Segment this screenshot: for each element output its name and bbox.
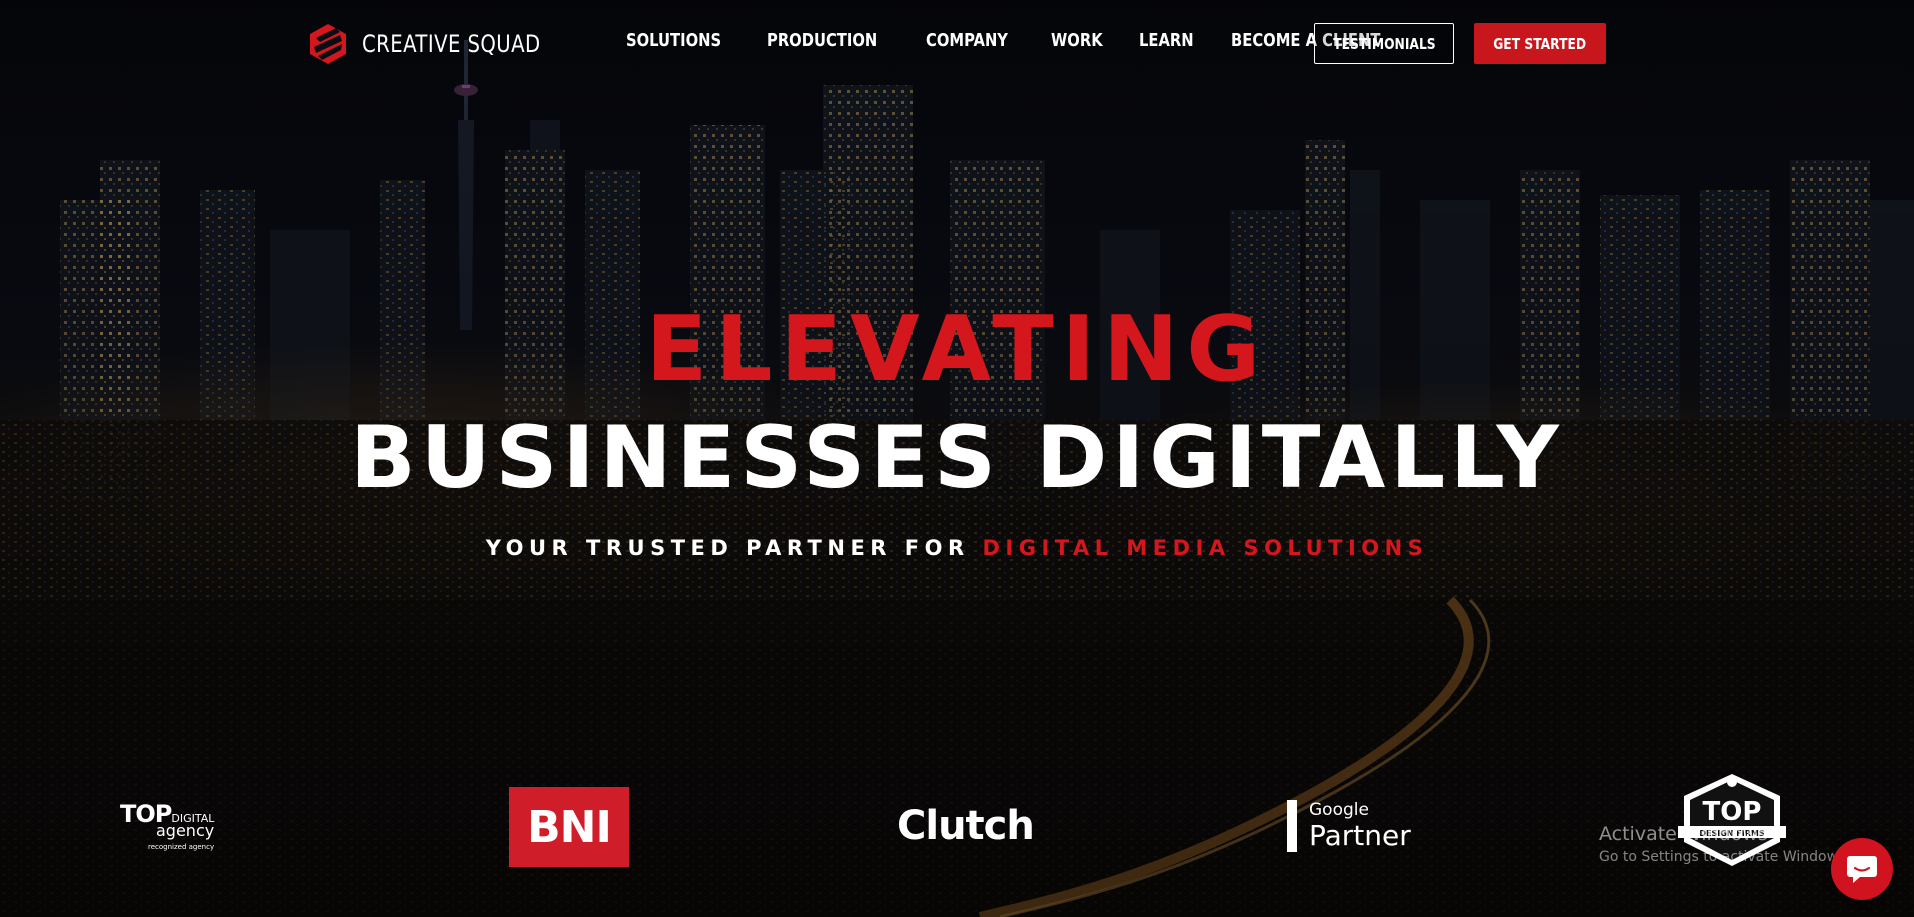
partner-label: Partner [1309,819,1411,852]
hero-headline-accent: ELEVATING [645,297,1269,402]
brand-logo[interactable]: CREATIVE SQUAD [308,24,580,64]
testimonials-button-label: TESTIMONIALS [1332,34,1436,53]
hero-headline: BUSINESSES DIGITALLY [350,408,1564,508]
hero-subtitle: YOUR TRUSTED PARTNER FOR DIGITAL MEDIA S… [0,533,1914,563]
hero-subtitle-white: YOUR TRUSTED PARTNER FOR [485,536,983,560]
get-started-button-label: GET STARTED [1493,34,1587,53]
google-label: Google [1309,800,1369,820]
clutch-logo: Clutch [897,803,1035,849]
testimonials-button[interactable]: TESTIMONIALS [1314,23,1454,64]
nav-production[interactable]: PRODUCTION [767,30,877,51]
chat-button[interactable] [1831,838,1893,900]
brand-name: CREATIVE SQUAD [362,30,541,58]
top-design-firms-logo: TOP DESIGN FIRMS [1672,770,1792,880]
top-digital-agency: agency [156,821,215,840]
hero-subtitle-red: DIGITAL MEDIA SOLUTIONS [982,536,1429,560]
google-partner-logo: Google Partner [1287,800,1411,852]
partner-logos: TOPDIGITAL agency recognized agency BNI … [0,770,1914,880]
chat-bubble-icon [1847,856,1877,883]
nav-solutions[interactable]: SOLUTIONS [626,30,721,51]
top-digital-tagline: recognized agency [148,843,215,851]
google-partner-bar [1287,800,1297,852]
get-started-button[interactable]: GET STARTED [1474,23,1606,64]
nav-learn[interactable]: LEARN [1139,30,1194,51]
site-header: CREATIVE SQUAD SOLUTIONS PRODUCTION COMP… [0,0,1914,88]
top-design-main: TOP [1703,797,1762,827]
top-design-firms-badge: TOP DESIGN FIRMS [1678,774,1786,866]
top-design-sub: DESIGN FIRMS [1699,829,1764,838]
nav-work[interactable]: WORK [1051,30,1103,51]
top-digital-agency-logo: TOPDIGITAL agency recognized agency [120,802,240,852]
bni-logo: BNI [509,787,629,867]
creative-squad-logo-icon [310,24,346,64]
nav-company[interactable]: COMPANY [926,30,1008,51]
